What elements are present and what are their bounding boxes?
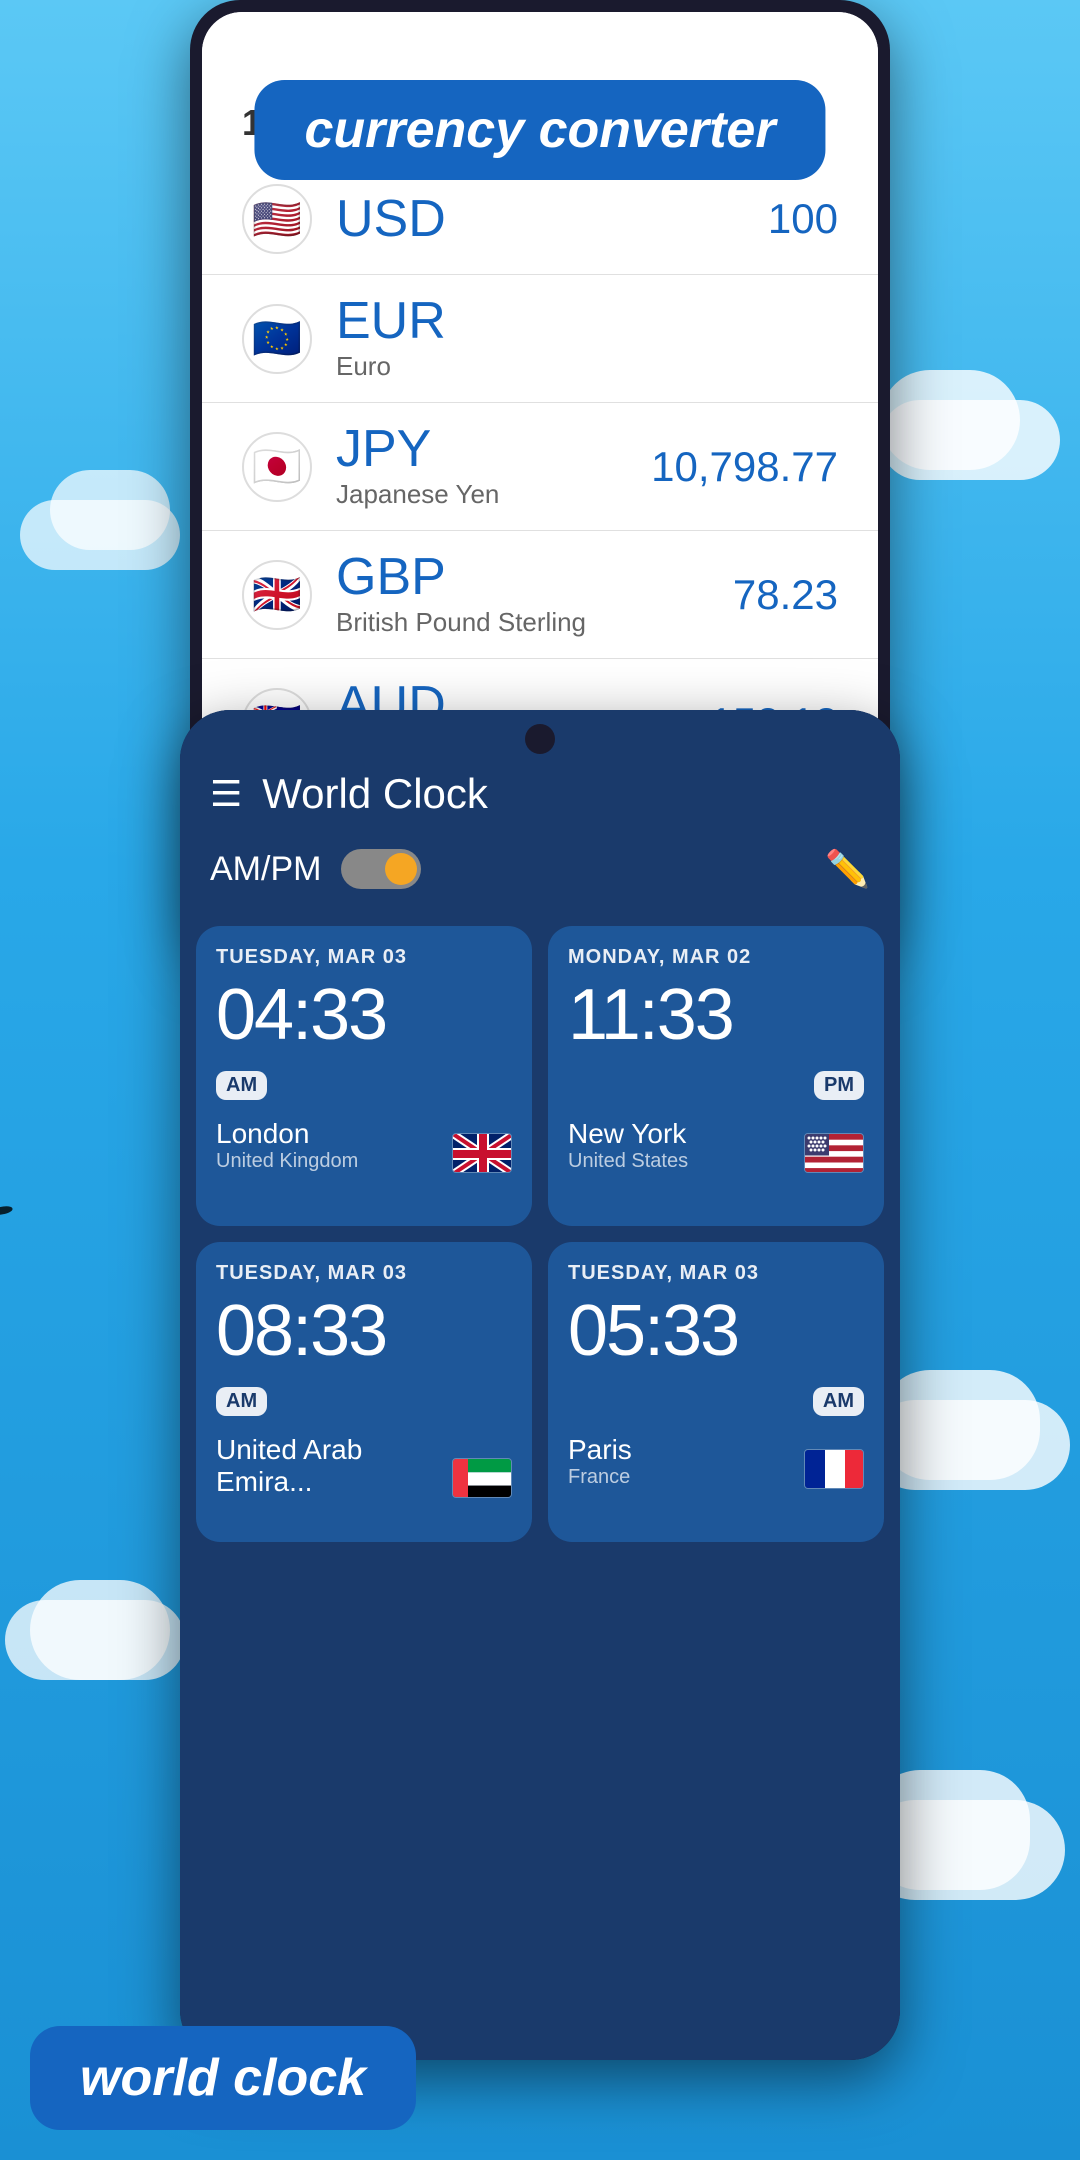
newyork-flag (804, 1133, 864, 1173)
currency-badge-label: currency converter (304, 101, 775, 159)
newyork-location: New York United States (568, 1118, 688, 1173)
paris-date: TUESDAY, MAR 03 (568, 1262, 864, 1285)
uae-city-row: United Arab Emira... (216, 1434, 512, 1498)
paris-country: France (568, 1466, 632, 1489)
london-location: London United Kingdom (216, 1118, 358, 1173)
clock-card-newyork[interactable]: MONDAY, MAR 02 11:33 PM New York United … (548, 926, 884, 1226)
currency-info-gbp: GBP British Pound Sterling (336, 551, 733, 638)
london-city-row: London United Kingdom (216, 1118, 512, 1173)
currency-row-eur[interactable]: 🇪🇺 EUR Euro (202, 275, 878, 403)
uae-location: United Arab Emira... (216, 1434, 452, 1498)
clock-card-london[interactable]: TUESDAY, MAR 03 04:33 AM London United K… (196, 926, 532, 1226)
currency-info-jpy: JPY Japanese Yen (336, 423, 651, 510)
london-city: London (216, 1118, 358, 1150)
currency-code-jpy: JPY (336, 423, 651, 475)
currency-value-gbp: 78.23 (733, 571, 838, 619)
currency-code-eur: EUR (336, 295, 838, 347)
currency-row-usd[interactable]: 🇺🇸 USD 100 (202, 164, 878, 275)
ampm-label: AM/PM (210, 850, 321, 889)
currency-value-usd: 100 (768, 195, 838, 243)
paris-city: Paris (568, 1434, 632, 1466)
london-country: United Kingdom (216, 1150, 358, 1173)
paris-location: Paris France (568, 1434, 632, 1489)
london-flag (452, 1133, 512, 1173)
uae-city: United Arab Emira... (216, 1434, 452, 1498)
london-date: TUESDAY, MAR 03 (216, 946, 512, 969)
flag-usd: 🇺🇸 (242, 184, 312, 254)
uae-time: 08:33 (216, 1295, 512, 1367)
clock-grid: TUESDAY, MAR 03 04:33 AM London United K… (180, 910, 900, 1558)
newyork-city: New York (568, 1118, 688, 1150)
uae-date: TUESDAY, MAR 03 (216, 1262, 512, 1285)
currency-row-jpy[interactable]: 🇯🇵 JPY Japanese Yen 10,798.77 (202, 403, 878, 531)
currency-value-jpy: 10,798.77 (651, 443, 838, 491)
clock-card-paris[interactable]: TUESDAY, MAR 03 05:33 AM Paris France (548, 1242, 884, 1542)
hamburger-menu-icon[interactable]: ☰ (210, 773, 242, 815)
currency-code-usd: USD (336, 193, 768, 245)
newyork-time: 11:33 (568, 979, 864, 1051)
phone-notch (525, 724, 555, 754)
currency-row-gbp[interactable]: 🇬🇧 GBP British Pound Sterling 78.23 (202, 531, 878, 659)
newyork-country: United States (568, 1150, 688, 1173)
paris-city-row: Paris France (568, 1434, 864, 1489)
ampm-toggle[interactable] (341, 849, 421, 889)
world-clock-phone: ☰ World Clock AM/PM ✏️ TUESDAY, MAR 03 0… (180, 710, 900, 2060)
currency-info-usd: USD (336, 193, 768, 245)
currency-name-jpy: Japanese Yen (336, 479, 651, 510)
world-clock-badge-label: world clock (80, 2049, 366, 2107)
newyork-city-row: New York United States (568, 1118, 864, 1173)
uae-flag (452, 1458, 512, 1498)
paris-flag (804, 1449, 864, 1489)
newyork-ampm: PM (814, 1071, 864, 1100)
clock-title: World Clock (262, 770, 870, 818)
currency-name-eur: Euro (336, 351, 838, 382)
currency-code-gbp: GBP (336, 551, 733, 603)
newyork-date: MONDAY, MAR 02 (568, 946, 864, 969)
ampm-toggle-container[interactable] (341, 849, 421, 889)
toggle-knob (385, 853, 417, 885)
flag-gbp: 🇬🇧 (242, 560, 312, 630)
clock-toolbar: AM/PM ✏️ (180, 838, 900, 910)
flag-jpy: 🇯🇵 (242, 432, 312, 502)
edit-icon[interactable]: ✏️ (825, 848, 870, 890)
world-clock-badge: world clock (30, 2026, 416, 2130)
clock-card-uae[interactable]: TUESDAY, MAR 03 08:33 AM United Arab Emi… (196, 1242, 532, 1542)
london-ampm: AM (216, 1071, 267, 1100)
currency-info-eur: EUR Euro (336, 295, 838, 382)
paris-time: 05:33 (568, 1295, 864, 1367)
paris-ampm: AM (813, 1387, 864, 1416)
currency-name-gbp: British Pound Sterling (336, 607, 733, 638)
flag-eur: 🇪🇺 (242, 304, 312, 374)
london-time: 04:33 (216, 979, 512, 1051)
world-clock-screen: ☰ World Clock AM/PM ✏️ TUESDAY, MAR 03 0… (180, 710, 900, 2060)
uae-ampm: AM (216, 1387, 267, 1416)
currency-converter-badge: currency converter (254, 80, 825, 180)
